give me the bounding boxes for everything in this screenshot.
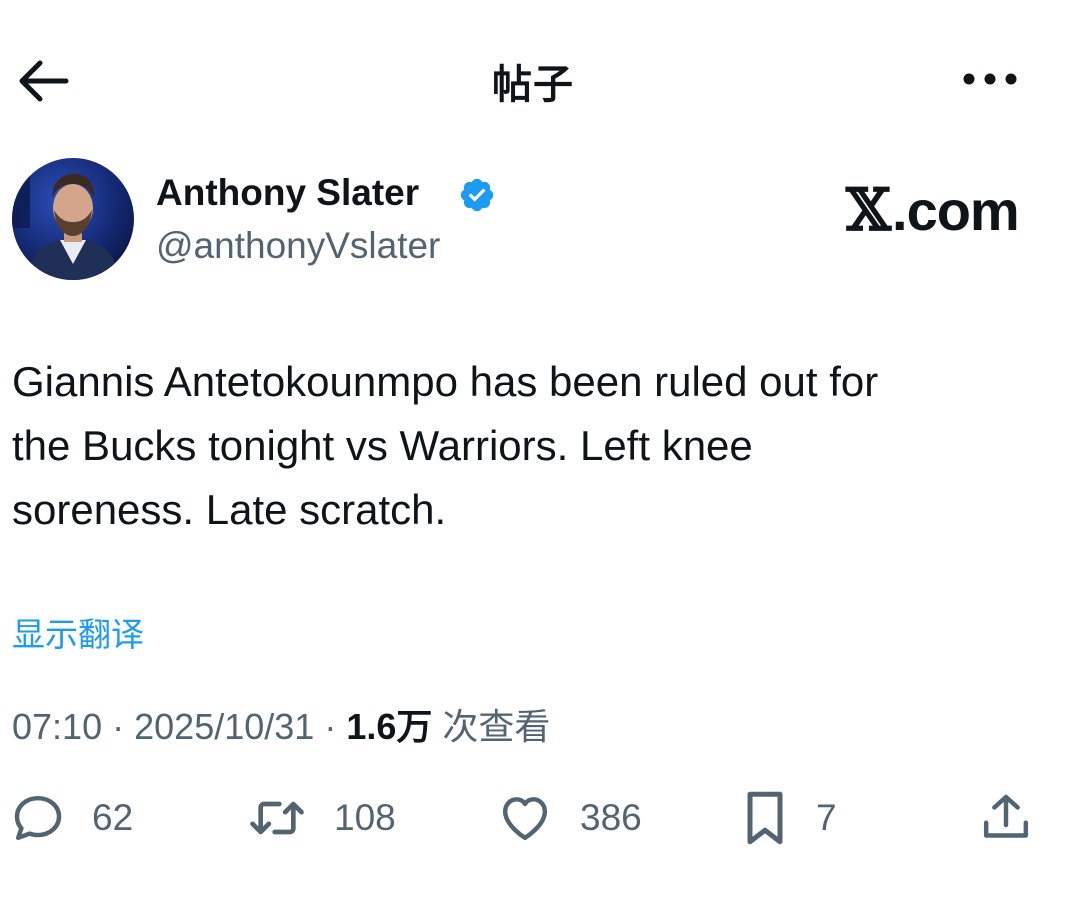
x-logo-icon: 𝕏: [846, 176, 891, 244]
watermark-text: .com: [892, 178, 1020, 242]
action-bar: 62 108 386 7: [0, 782, 1066, 854]
verified-badge-icon: [460, 178, 494, 212]
tweet-text: Giannis Antetokounmpo has been ruled out…: [12, 358, 879, 533]
reply-icon: [14, 795, 62, 841]
page-title: 帖子: [492, 62, 574, 108]
x-com-watermark: 𝕏 .com: [846, 176, 1020, 244]
bookmark-icon: [747, 791, 783, 845]
share-icon: [983, 794, 1029, 838]
show-translation-link[interactable]: 显示翻译: [12, 608, 144, 656]
repost-icon: [250, 801, 304, 835]
meta-separator: ·: [324, 706, 337, 747]
repost-button[interactable]: 108: [246, 782, 396, 854]
author-handle[interactable]: @anthonyVslater: [156, 225, 440, 267]
bookmark-count: 7: [816, 797, 837, 838]
tweet-date[interactable]: 2025/10/31: [134, 706, 314, 747]
bookmark-button[interactable]: 7: [740, 782, 837, 854]
like-count: 386: [580, 797, 642, 838]
share-button[interactable]: [976, 782, 1036, 854]
tweet-detail-page: 帖子 Anthony Slater @anthonyVslater 𝕏 .com…: [0, 0, 1066, 898]
meta-separator: ·: [112, 706, 125, 747]
reply-button[interactable]: 62: [10, 782, 133, 854]
like-button[interactable]: 386: [496, 782, 642, 854]
tweet-meta: 07:10 · 2025/10/31 · 1.6万 次查看: [12, 698, 550, 750]
heart-icon: [502, 797, 548, 841]
repost-count: 108: [334, 797, 396, 838]
avatar[interactable]: [12, 158, 134, 280]
reply-count: 62: [92, 797, 134, 838]
tweet-time[interactable]: 07:10: [12, 706, 102, 747]
more-options-button[interactable]: [958, 56, 1022, 102]
views-label: 次查看: [442, 707, 551, 748]
author-name[interactable]: Anthony Slater: [156, 172, 419, 214]
more-horizontal-icon: [963, 73, 1017, 85]
views-count: 1.6万: [346, 706, 433, 747]
